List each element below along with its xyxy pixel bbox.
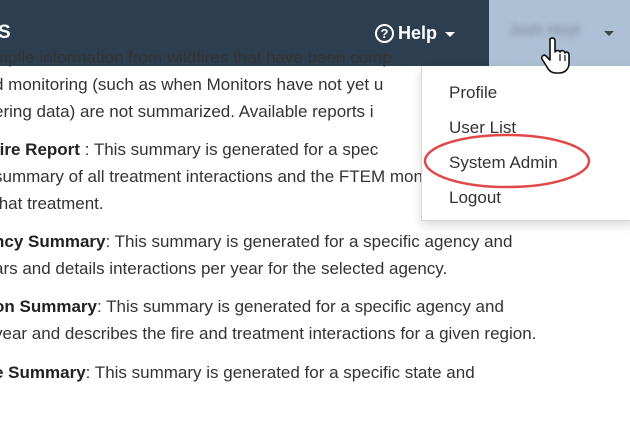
line-text: : This summary is generated for a spec [79,140,379,159]
line-text: mpile information from wildfires that ha… [0,48,392,67]
line-text: year and describes the fire and treatmen… [0,324,537,343]
menu-item-profile[interactable]: Profile [449,82,497,104]
highlight-annotation [423,133,591,189]
brand-title[interactable]: S [0,20,11,46]
report-name: fire Report [0,140,80,159]
help-label: Help [398,22,438,43]
info-text-line: d monitoring (such as when Monitors have… [0,74,383,96]
line-text: : This summary is generated for a specif… [85,363,475,382]
question-circle-icon: ? [375,23,394,43]
info-text-line: ars and details interactions per year fo… [0,258,447,280]
hand-pointer-icon [541,37,570,74]
info-text-line: on Summary: This summary is generated fo… [0,296,504,318]
line-text: : This summary is generated for a specif… [96,297,504,316]
line-text: ars and details interactions per year fo… [0,259,448,278]
info-text-line: ering data) are not summarized. Availabl… [0,101,374,123]
info-text-line: year and describes the fire and treatmen… [0,323,536,345]
help-menu-toggle[interactable]: ? Help [375,20,456,46]
info-text-line: that treatment. [0,193,104,215]
chevron-down-icon [604,31,614,36]
line-text: that treatment. [0,194,104,213]
info-text-line: e Summary: This summary is generated for… [0,362,475,384]
line-text: ering data) are not summarized. Availabl… [0,102,374,121]
report-name: e Summary [0,363,86,382]
report-name: on Summary [0,297,97,316]
line-text: d monitoring (such as when Monitors have… [0,75,384,94]
line-text: : This summary is generated for a specif… [105,232,513,251]
info-text-line: mpile information from wildfires that ha… [0,47,392,69]
chevron-down-icon [445,31,456,37]
report-name: ncy Summary [0,232,106,251]
info-text-line: ncy Summary: This summary is generated f… [0,231,512,253]
info-text-line: fire Report : This summary is generated … [0,139,378,161]
